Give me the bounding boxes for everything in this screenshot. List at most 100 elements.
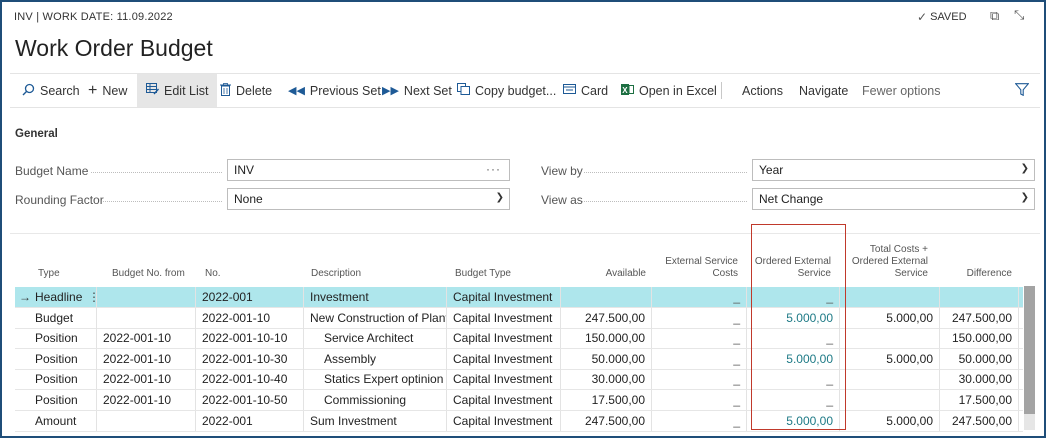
cell-description[interactable]: New Construction of Plant — [304, 307, 447, 328]
cell-budget-no-from[interactable]: 2022-001-10 — [97, 369, 196, 390]
header-difference[interactable]: Difference — [934, 268, 1012, 280]
cell-description[interactable]: Sum Investment — [304, 410, 447, 431]
table-row[interactable]: Amount 2022-001 Sum Investment Capital Inve… — [15, 410, 1023, 432]
ellipsis-icon[interactable]: ··· — [486, 162, 501, 176]
search-button[interactable]: Search — [22, 74, 80, 107]
cell-description[interactable]: Assembly — [304, 348, 447, 369]
cell-budget-no-from[interactable]: 2022-001-10 — [97, 390, 196, 410]
cell-available[interactable]: 17.500,00 — [561, 390, 652, 410]
cell-description[interactable]: Statics Expert optinion — [304, 369, 447, 390]
cell-no[interactable]: 2022-001-10-40 — [196, 369, 304, 390]
actions-menu[interactable]: Actions — [742, 74, 783, 107]
edit-list-button[interactable]: Edit List — [137, 74, 218, 107]
table-row[interactable]: Budget 2022-001-10 New Construction of Pla… — [15, 307, 1023, 329]
cell-total-costs[interactable] — [840, 328, 940, 349]
cell-ordered-external-service[interactable]: 5.000,00 — [747, 410, 840, 431]
cell-available[interactable]: 50.000,00 — [561, 348, 652, 369]
table-row[interactable]: Position 2022-001-10 2022-001-10-30 Assembl… — [15, 348, 1023, 370]
rounding-factor-select[interactable]: None ❯ — [227, 188, 510, 210]
cell-available[interactable] — [561, 287, 652, 307]
cell-difference[interactable] — [940, 287, 1019, 307]
cell-ordered-external-service[interactable]: 5.000,00 — [747, 348, 840, 369]
cell-available[interactable]: 247.500,00 — [561, 307, 652, 328]
cell-budget-no-from[interactable]: 2022-001-10 — [97, 328, 196, 349]
cell-no[interactable]: 2022-001-10-30 — [196, 348, 304, 369]
table-row[interactable]: Position 2022-001-10 2022-001-10-40 Statics… — [15, 369, 1023, 391]
cell-difference[interactable]: 247.500,00 — [940, 307, 1019, 328]
open-in-new-window-icon[interactable]: ⧉ — [990, 8, 999, 24]
header-budget-type[interactable]: Budget Type — [455, 268, 511, 280]
cell-no[interactable]: 2022-001 — [196, 287, 304, 307]
cell-budget-type[interactable]: Capital Investment — [447, 348, 561, 369]
cell-budget-no-from[interactable] — [97, 287, 196, 307]
cell-budget-no-from[interactable]: 2022-001-10 — [97, 348, 196, 369]
cell-description[interactable]: Investment — [304, 287, 447, 307]
cell-external-service-costs[interactable]: _ — [652, 348, 747, 369]
cell-total-costs[interactable]: 5.000,00 — [840, 348, 940, 369]
cell-type[interactable]: Position — [15, 328, 97, 349]
table-row[interactable]: Position 2022-001-10 2022-001-10-10 Service… — [15, 328, 1023, 350]
view-by-select[interactable]: Year ❯ — [752, 159, 1035, 181]
cell-description[interactable]: Commissioning — [304, 390, 447, 410]
cell-type[interactable]: → Headline — [15, 287, 97, 307]
open-in-excel-button[interactable]: X Open in Excel — [621, 74, 717, 107]
cell-type[interactable]: Position — [15, 348, 97, 369]
delete-button[interactable]: Delete — [220, 74, 272, 107]
cell-total-costs[interactable]: 5.000,00 — [840, 410, 940, 431]
cell-no[interactable]: 2022-001 — [196, 410, 304, 431]
cell-description[interactable]: Service Architect — [304, 328, 447, 349]
cell-difference[interactable]: 150.000,00 — [940, 328, 1019, 349]
cell-available[interactable]: 30.000,00 — [561, 369, 652, 390]
cell-difference[interactable]: 17.500,00 — [940, 390, 1019, 410]
cell-external-service-costs[interactable]: _ — [652, 328, 747, 349]
cell-ordered-external-service[interactable]: _ — [747, 328, 840, 349]
header-external-service-costs[interactable]: External Service Costs — [652, 256, 738, 280]
cell-type[interactable]: Budget — [15, 307, 97, 328]
new-button[interactable]: + New — [88, 74, 127, 107]
cell-total-costs[interactable] — [840, 390, 940, 410]
cell-external-service-costs[interactable]: _ — [652, 307, 747, 328]
cell-no[interactable]: 2022-001-10-10 — [196, 328, 304, 349]
fewer-options-button[interactable]: Fewer options — [862, 74, 941, 107]
cell-difference[interactable]: 50.000,00 — [940, 348, 1019, 369]
cell-external-service-costs[interactable]: _ — [652, 287, 747, 307]
cell-difference[interactable]: 247.500,00 — [940, 410, 1019, 431]
cell-budget-type[interactable]: Capital Investment — [447, 307, 561, 328]
cell-ordered-external-service[interactable]: _ — [747, 369, 840, 390]
cell-budget-type[interactable]: Capital Investment — [447, 369, 561, 390]
next-set-button[interactable]: ▶▶ Next Set — [382, 74, 452, 107]
cell-type[interactable]: Position — [15, 369, 97, 390]
filter-button[interactable] — [1014, 74, 1030, 107]
row-actions-icon[interactable]: ⋮ — [88, 287, 100, 307]
cell-budget-no-from[interactable] — [97, 410, 196, 431]
navigate-menu[interactable]: Navigate — [799, 74, 848, 107]
table-row[interactable]: Position 2022-001-10 2022-001-10-50 Commiss… — [15, 390, 1023, 411]
header-budget-no-from[interactable]: Budget No. from — [112, 268, 185, 280]
cell-type[interactable]: Amount — [15, 410, 97, 431]
cell-budget-type[interactable]: Capital Investment — [447, 328, 561, 349]
vertical-scrollbar-thumb[interactable] — [1024, 286, 1035, 414]
header-total-costs[interactable]: Total Costs + Ordered External Service — [840, 244, 928, 280]
table-row[interactable]: → Headline 2022-001 Investment Capital Inves… — [15, 287, 1023, 308]
cell-external-service-costs[interactable]: _ — [652, 410, 747, 431]
cell-ordered-external-service[interactable]: _ — [747, 390, 840, 410]
cell-available[interactable]: 150.000,00 — [561, 328, 652, 349]
cell-total-costs[interactable] — [840, 369, 940, 390]
cell-no[interactable]: 2022-001-10 — [196, 307, 304, 328]
cell-no[interactable]: 2022-001-10-50 — [196, 390, 304, 410]
header-type[interactable]: Type — [38, 268, 60, 280]
cell-available[interactable]: 247.500,00 — [561, 410, 652, 431]
previous-set-button[interactable]: ◀◀ Previous Set — [288, 74, 381, 107]
cell-ordered-external-service[interactable]: _ — [747, 287, 840, 307]
budget-name-field[interactable]: INV ··· — [227, 159, 510, 181]
card-button[interactable]: Card — [563, 74, 608, 107]
cell-total-costs[interactable]: 5.000,00 — [840, 307, 940, 328]
cell-type[interactable]: Position — [15, 390, 97, 410]
cell-external-service-costs[interactable]: _ — [652, 390, 747, 410]
cell-total-costs[interactable] — [840, 287, 940, 307]
cell-budget-type[interactable]: Capital Investment — [447, 390, 561, 410]
copy-budget-button[interactable]: Copy budget... — [457, 74, 556, 107]
view-as-select[interactable]: Net Change ❯ — [752, 188, 1035, 210]
collapse-icon[interactable]: ⤡ — [1014, 7, 1024, 23]
header-available[interactable]: Available — [562, 268, 646, 280]
